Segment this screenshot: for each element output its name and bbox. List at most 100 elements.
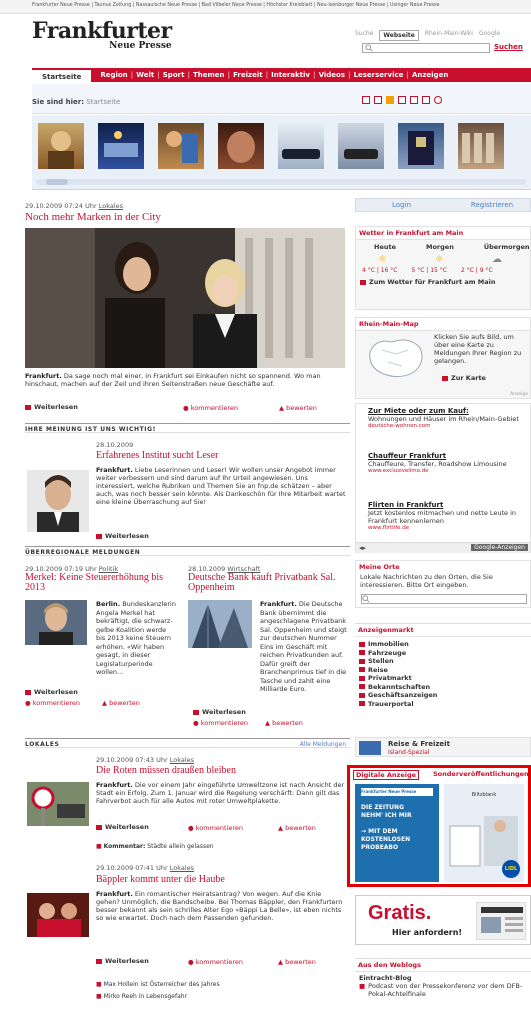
national-right-title[interactable]: Deutsche Bank kauft Privatbank Sal. Oppe… <box>188 573 348 593</box>
site-logo[interactable]: Frankfurter Neue Presse <box>32 20 172 51</box>
weather-title[interactable]: Wetter in Frankfurt am Main <box>356 227 530 240</box>
carousel-thumb[interactable] <box>218 123 264 169</box>
help-icon[interactable] <box>434 96 442 104</box>
carousel-thumb[interactable] <box>158 123 204 169</box>
local-2-category-link[interactable]: Lokales <box>170 864 194 872</box>
carousel-thumb[interactable] <box>338 123 384 169</box>
register-link[interactable]: Registrieren <box>471 201 513 209</box>
market-item-privatmarkt[interactable]: Privatmarkt <box>359 674 531 683</box>
print-icon[interactable] <box>362 96 370 104</box>
nav-item-themen[interactable]: Themen <box>190 71 228 79</box>
opinion-title[interactable]: Erfahrenes Institut sucht Leser <box>96 450 218 462</box>
search-tab-wiki[interactable]: Rhein-Main-Wiki <box>425 30 473 41</box>
local-extra-1[interactable]: ■ Max Hollein ist Österreicher des Jahre… <box>96 981 220 988</box>
national-right-comment-label: kommentieren <box>200 719 249 727</box>
hero-title[interactable]: Noch mehr Marken in der City <box>25 211 161 223</box>
nav-item-interaktiv[interactable]: Interaktiv <box>268 71 313 79</box>
gratis-ad[interactable]: Gratis. Hier anfordern! <box>355 895 531 945</box>
lidl-ad[interactable]: Biltzblank LIDL <box>444 784 524 882</box>
weather-link[interactable]: Zum Wetter für Frankfurt am Main <box>356 274 530 287</box>
network-links-bar[interactable]: Frankfurter Neue Presse | Taunus Zeitung… <box>0 0 531 14</box>
google-ads-label[interactable]: Google-Anzeigen <box>471 544 528 551</box>
carousel-thumb[interactable] <box>278 123 324 169</box>
subscription-ad[interactable]: Frankfurter Neue Presse DIE ZEITUNG NEHM… <box>355 784 439 882</box>
local-1-rate-link[interactable]: ▲ bewerten <box>278 824 316 832</box>
local-1-category-link[interactable]: Lokales <box>170 756 194 764</box>
national-left-comment-link[interactable]: ● kommentieren <box>25 699 80 707</box>
weblogs-blog-name[interactable]: Eintracht-Blog <box>355 972 531 982</box>
local-1-title[interactable]: Die Roten müssen draußen bleiben <box>96 765 236 777</box>
digital-tab-sonder[interactable]: Sonderveröffentlichungen <box>433 770 529 778</box>
opinion-more-link[interactable]: Weiterlesen <box>96 532 149 540</box>
carousel-scroll-handle[interactable] <box>46 179 68 185</box>
mail-icon[interactable] <box>398 96 406 104</box>
carousel-thumb[interactable] <box>398 123 444 169</box>
local-extra-2[interactable]: ■ Mirko Reeh in Lebensgefahr <box>96 993 187 1000</box>
mobile-icon[interactable] <box>410 96 418 104</box>
national-left-rate-link[interactable]: ▲ bewerten <box>102 699 140 707</box>
bookmark-icon[interactable] <box>374 96 382 104</box>
login-link[interactable]: Login <box>392 201 411 209</box>
national-left-more-link[interactable]: Weiterlesen <box>25 688 78 696</box>
hero-comment-link[interactable]: ● kommentieren <box>183 404 238 412</box>
home-icon[interactable] <box>422 96 430 104</box>
national-right-more-link[interactable]: Weiterlesen <box>193 708 246 716</box>
digital-tab-anzeige[interactable]: Digitale Anzeige <box>353 770 420 780</box>
market-item-trauerportal[interactable]: Trauerportal <box>359 700 531 709</box>
nav-tab-startseite[interactable]: Startseite <box>32 68 92 82</box>
ads-pager-icon[interactable]: ◂▸ <box>359 544 366 552</box>
text-ad-1[interactable]: Zur Miete oder zum Kauf: Wohnungen und H… <box>368 407 528 429</box>
search-tab-webseite[interactable]: Webseite <box>379 30 419 41</box>
nav-item-anzeigen[interactable]: Anzeigen <box>409 71 451 79</box>
local-1-comment-row[interactable]: ■ Kommentar: Städte allein gelassen <box>96 843 214 850</box>
hero-rate-link[interactable]: ▲ bewerten <box>279 404 317 412</box>
market-item-fahrzeuge[interactable]: Fahrzeuge <box>359 649 531 658</box>
search-input[interactable] <box>362 43 490 53</box>
local-1-image[interactable] <box>27 782 89 826</box>
breadcrumb-label: Sie sind hier: <box>32 98 85 106</box>
local-2-title[interactable]: Bäppler kommt unter die Haube <box>96 874 225 886</box>
national-right-rate-link[interactable]: ▲ bewerten <box>265 719 303 727</box>
map-link[interactable]: Zur Karte <box>442 374 486 383</box>
national-right-comment-link[interactable]: ● kommentieren <box>193 719 248 727</box>
hero-more-link[interactable]: Weiterlesen <box>25 403 78 411</box>
weblogs-item[interactable]: ■ Podcast von der Pressekonferenz vor dem… <box>355 982 531 998</box>
nav-item-sport[interactable]: Sport <box>160 71 188 79</box>
places-input[interactable] <box>361 594 527 604</box>
opinion-image[interactable] <box>27 470 89 532</box>
market-item-stellen[interactable]: Stellen <box>359 657 531 666</box>
national-left-title[interactable]: Merkel: Keine Steuererhöhung bis 2013 <box>25 573 185 593</box>
hero-category-link[interactable]: Lokales <box>99 202 123 210</box>
search-tab-google[interactable]: Google <box>479 30 500 41</box>
local-1-comment-link[interactable]: ● kommentieren <box>188 824 243 832</box>
region-map-image[interactable] <box>362 332 428 382</box>
local-1-more-link[interactable]: Weiterlesen <box>96 823 149 831</box>
rss-icon[interactable] <box>386 96 394 104</box>
nav-item-leserservice[interactable]: Leserservice <box>351 71 407 79</box>
nav-item-freizeit[interactable]: Freizeit <box>230 71 266 79</box>
market-item-reise[interactable]: Reise <box>359 666 531 675</box>
local-2-comment-link[interactable]: ● kommentieren <box>188 958 243 966</box>
nav-item-welt[interactable]: Welt <box>133 71 157 79</box>
national-left-image[interactable] <box>25 600 87 645</box>
search-button[interactable]: Suchen <box>494 43 523 51</box>
carousel-thumb[interactable] <box>458 123 504 169</box>
carousel-thumb[interactable] <box>98 123 144 169</box>
local-all-link[interactable]: Alle Meldungen <box>300 741 346 748</box>
market-item-bekanntschaften[interactable]: Bekanntschaften <box>359 683 531 692</box>
text-ad-3[interactable]: Flirten in Frankfurt Jetzt kostenlos mit… <box>368 501 528 531</box>
travel-box[interactable]: Reise & Freizeit Island-Spezial <box>355 737 531 757</box>
local-2-more-link[interactable]: Weiterlesen <box>96 957 149 965</box>
local-2-rate-link[interactable]: ▲ bewerten <box>278 958 316 966</box>
market-item-geschaeftsanzeigen[interactable]: Geschäftsanzeigen <box>359 691 531 700</box>
market-item-immobilien[interactable]: Immobilien <box>359 640 531 649</box>
national-right-image[interactable] <box>188 600 252 648</box>
text-ad-2[interactable]: Chauffeur Frankfurt Chauffeure, Transfer… <box>368 452 528 474</box>
local-2-image[interactable] <box>27 893 89 937</box>
carousel-scrollbar[interactable] <box>36 179 526 185</box>
map-title[interactable]: Rhein-Main-Map <box>356 318 530 331</box>
carousel-thumb[interactable] <box>38 123 84 169</box>
hero-image[interactable] <box>25 228 345 368</box>
nav-item-videos[interactable]: Videos <box>316 71 348 79</box>
nav-item-region[interactable]: Region <box>97 71 130 79</box>
